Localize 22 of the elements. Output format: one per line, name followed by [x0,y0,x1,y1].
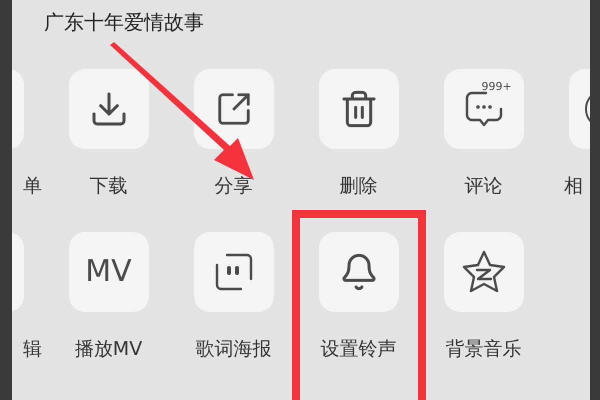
action-tile[interactable]: 999+ [444,69,524,149]
mv-label: MV [85,257,132,287]
action-tile[interactable] [194,69,274,149]
action-label: 分享 [214,177,252,196]
action-label: 评论 [464,177,502,196]
action-tile[interactable] [68,69,148,149]
action-label: 设置铃声 [320,340,396,359]
comment-count-text: 999+ [482,81,512,92]
action-label: 相 [564,177,583,196]
action-tile[interactable] [318,232,398,312]
action-label: 歌词海报 [196,340,272,359]
song-title: 广东十年爱情故事 [44,10,204,35]
action-label: 辑 [23,340,42,359]
action-tile[interactable]: MV [68,232,148,312]
action-label: 删除 [340,177,378,196]
action-tile[interactable] [318,69,398,149]
action-label: 下载 [90,177,128,196]
action-label: 播放MV [74,340,142,359]
action-label: 单 [23,177,42,196]
action-tile[interactable] [444,232,524,312]
action-tile[interactable] [194,232,274,312]
action-label: 背景音乐 [446,340,522,359]
